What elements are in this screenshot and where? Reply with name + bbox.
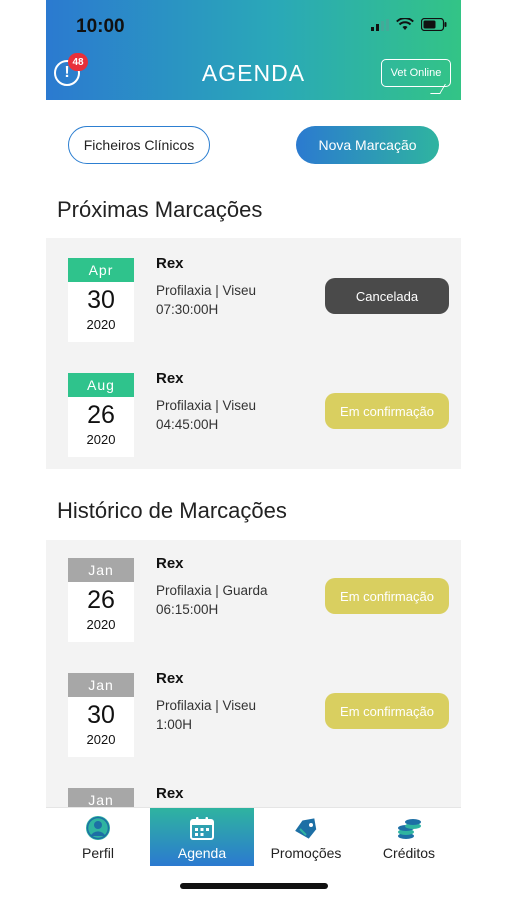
vet-online-button[interactable]: Vet Online xyxy=(381,59,451,87)
nova-marcacao-button[interactable]: Nova Marcação xyxy=(296,126,439,164)
phone-screen: 10:00 ! 48 AGENDA Vet Online Ficheiros C… xyxy=(46,0,461,900)
appointment-time: 1:00H xyxy=(156,717,193,732)
home-indicator[interactable] xyxy=(180,883,328,889)
coins-icon xyxy=(398,819,421,839)
pet-name: Rex xyxy=(156,555,184,572)
wifi-icon xyxy=(396,18,414,30)
date-box: Aug 26 2020 xyxy=(68,373,134,457)
date-day: 26 xyxy=(87,401,115,429)
status-em-confirmacao-button[interactable]: Em confirmação xyxy=(325,693,449,729)
service-location: Profilaxia | Viseu xyxy=(156,698,257,713)
date-month: Aug xyxy=(68,373,134,397)
signal-icon xyxy=(371,18,389,31)
tab-bar: Perfil Agenda Promoções Créditos xyxy=(46,807,461,866)
date-box: Jan 26 2020 xyxy=(68,558,134,642)
status-cancelada-button[interactable]: Cancelada xyxy=(325,278,449,314)
date-month: Jan xyxy=(68,558,134,582)
battery-icon xyxy=(421,18,447,31)
tab-creditos[interactable]: Créditos xyxy=(357,808,461,866)
appointment-card[interactable]: Apr 30 2020 Rex Profilaxia | Viseu 07:30… xyxy=(46,255,461,342)
status-icons xyxy=(371,18,447,31)
upcoming-section-title: Próximas Marcações xyxy=(57,197,263,222)
date-day: 26 xyxy=(87,586,115,614)
date-day: 30 xyxy=(87,701,115,729)
date-month: Jan xyxy=(68,673,134,697)
status-em-confirmacao-button[interactable]: Em confirmação xyxy=(325,578,449,614)
appointment-time: 07:30:00H xyxy=(156,302,219,317)
date-year: 2020 xyxy=(86,732,116,747)
appointment-time: 04:45:00H xyxy=(156,417,219,432)
tab-label: Créditos xyxy=(382,845,436,861)
status-time: 10:00 xyxy=(76,16,125,37)
date-year: 2020 xyxy=(86,317,116,332)
service-location: Profilaxia | Viseu xyxy=(156,398,257,413)
appointment-time: 06:15:00H xyxy=(156,602,219,617)
date-box: Apr 30 2020 xyxy=(68,258,134,342)
tab-promocoes[interactable]: Promoções xyxy=(254,808,358,866)
date-month: Apr xyxy=(68,258,134,282)
tab-agenda[interactable]: Agenda xyxy=(150,808,254,866)
service-location: Profilaxia | Guarda xyxy=(156,583,268,598)
service-location: Profilaxia | Viseu xyxy=(156,283,257,298)
date-month: Jan xyxy=(68,788,134,807)
date-box: Jan 30 2020 xyxy=(68,673,134,757)
pet-name: Rex xyxy=(156,785,184,802)
appointment-card[interactable]: Jan Rex xyxy=(46,785,461,807)
appointment-card[interactable]: Jan 30 2020 Rex Profilaxia | Viseu 1:00H… xyxy=(46,670,461,757)
calendar-icon xyxy=(190,817,214,840)
pet-name: Rex xyxy=(156,255,184,272)
upcoming-list: Apr 30 2020 Rex Profilaxia | Viseu 07:30… xyxy=(46,238,461,469)
appointment-card[interactable]: Aug 26 2020 Rex Profilaxia | Viseu 04:45… xyxy=(46,370,461,457)
tab-label: Perfil xyxy=(82,845,114,861)
date-day: 30 xyxy=(87,286,115,314)
date-year: 2020 xyxy=(86,432,116,447)
history-section-title: Histórico de Marcações xyxy=(57,498,287,523)
history-list: Jan 26 2020 Rex Profilaxia | Guarda 06:1… xyxy=(46,540,461,807)
pet-name: Rex xyxy=(156,670,184,687)
tab-perfil[interactable]: Perfil xyxy=(46,808,150,866)
profile-icon xyxy=(86,816,110,840)
app-header: 10:00 ! 48 AGENDA Vet Online xyxy=(46,0,461,100)
tab-label: Agenda xyxy=(177,845,227,861)
tag-icon xyxy=(295,818,317,839)
ficheiros-clinicos-button[interactable]: Ficheiros Clínicos xyxy=(68,126,210,164)
date-box: Jan xyxy=(68,788,134,807)
status-em-confirmacao-button[interactable]: Em confirmação xyxy=(325,393,449,429)
tab-label: Promoções xyxy=(270,845,342,861)
date-year: 2020 xyxy=(86,617,116,632)
pet-name: Rex xyxy=(156,370,184,387)
appointment-card[interactable]: Jan 26 2020 Rex Profilaxia | Guarda 06:1… xyxy=(46,555,461,642)
